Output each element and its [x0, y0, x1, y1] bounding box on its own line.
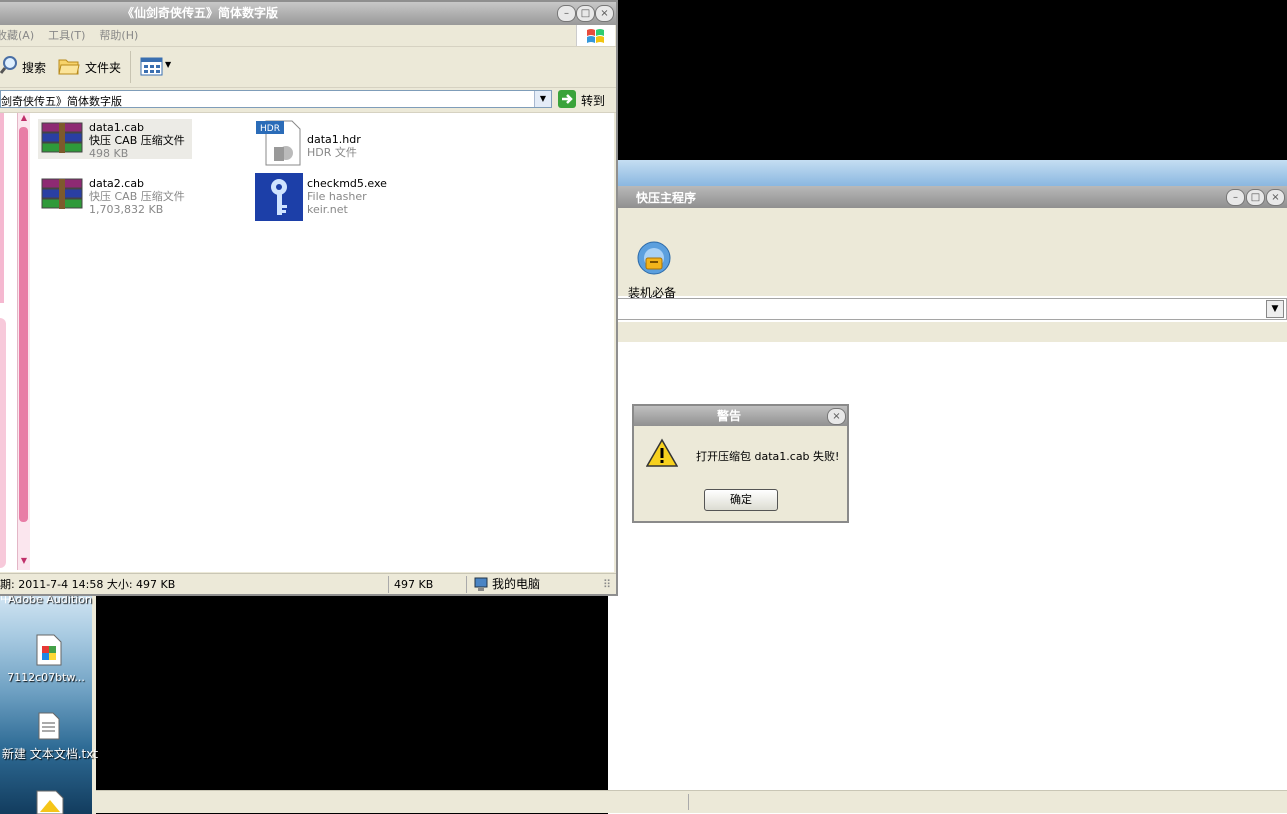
file-size: 498 KB: [89, 147, 129, 160]
explorer-statusbar: 期: 2011-7-4 14:58 大小: 497 KB 497 KB 我的电脑…: [0, 573, 616, 595]
address-text: 剑奇侠传五》简体数字版: [1, 95, 122, 108]
menu-favorites[interactable]: 收藏(A): [0, 29, 34, 42]
status-info: 期: 2011-7-4 14:58 大小: 497 KB: [0, 578, 176, 591]
kuaiya-window-border: [92, 596, 96, 814]
go-button[interactable]: 转到: [558, 90, 612, 108]
disc-lock-icon: [637, 241, 671, 275]
status-divider: [388, 576, 389, 593]
dialog-title: 警告: [716, 409, 741, 423]
explorer-window: 《仙剑奇侠传五》简体数字版 – □ × 收藏(A) 工具(T) 帮助(H) 搜索: [0, 0, 618, 596]
left-pane-decoration: [0, 318, 6, 568]
kuaiya-titlebar[interactable]: 快压主程序 – □ ×: [608, 186, 1287, 208]
search-icon: [0, 56, 17, 74]
menu-bar: 收藏(A) 工具(T) 帮助(H): [0, 25, 616, 47]
search-button[interactable]: 搜索: [0, 55, 50, 79]
kuaiya-toolbar: 装机必备: [608, 230, 1287, 300]
kuaiya-column-header: [608, 322, 1287, 342]
explorer-toolbar: 搜索 文件夹 ▼: [0, 47, 616, 88]
hdr-badge: HDR: [260, 124, 280, 134]
close-icon[interactable]: ×: [1266, 189, 1285, 206]
scroll-up-icon[interactable]: ▲: [18, 113, 30, 125]
maximize-icon[interactable]: □: [576, 5, 595, 22]
file-name: checkmd5.exe: [307, 177, 387, 190]
file-item[interactable]: data1.cab 快压 CAB 压缩文件 498 KB: [38, 119, 192, 160]
file-list: data1.cab 快压 CAB 压缩文件 498 KB HDR data1.h…: [32, 113, 614, 572]
folder-icon: [58, 59, 80, 75]
status-divider: [466, 576, 467, 593]
file-type: 快压 CAB 压缩文件: [89, 134, 185, 147]
views-button[interactable]: ▼: [138, 55, 174, 79]
left-pane: ▲ ▼: [0, 113, 32, 572]
chevron-down-icon[interactable]: ▼: [534, 91, 551, 107]
minimize-icon[interactable]: –: [557, 5, 576, 22]
kuaiya-address-bar[interactable]: ▼: [608, 298, 1287, 320]
maximize-icon[interactable]: □: [1246, 189, 1265, 206]
archive-icon: [41, 178, 83, 209]
explorer-titlebar[interactable]: 《仙剑奇侠传五》简体数字版 – □ ×: [0, 2, 616, 25]
background-window-strip: [608, 160, 1287, 186]
desktop-icon-label[interactable]: 7112c07btw...: [0, 671, 92, 684]
toolbar-button-essentials[interactable]: 装机必备: [628, 238, 678, 300]
folders-label: 文件夹: [85, 61, 122, 75]
archive-icon: [41, 122, 83, 153]
file-company: keir.net: [307, 203, 348, 216]
status-location: 我的电脑: [492, 577, 541, 591]
warning-icon: [646, 438, 678, 467]
file-item[interactable]: checkmd5.exe File hasher keir.net: [254, 173, 424, 221]
desktop: 中 Adobe Audition 7112c07btw... 新建 文本文档.t…: [0, 590, 98, 814]
address-input[interactable]: 剑奇侠传五》简体数字版 ▼: [0, 90, 552, 108]
file-name: data1.cab: [89, 121, 145, 134]
close-icon[interactable]: ×: [827, 408, 846, 425]
left-pane-scrollbar[interactable]: ▲ ▼: [17, 113, 30, 570]
close-icon[interactable]: ×: [595, 5, 614, 22]
desktop-icon-label[interactable]: 新建 文本文档.txt: [0, 748, 100, 761]
file-type: 快压 CAB 压缩文件: [89, 190, 185, 203]
scroll-down-icon[interactable]: ▼: [18, 556, 30, 568]
go-label: 转到: [581, 94, 606, 108]
kuaiya-menubar: [608, 208, 1287, 231]
dialog-titlebar[interactable]: 警告 ×: [634, 406, 847, 426]
resize-grip-icon[interactable]: ⠿: [603, 574, 611, 595]
warning-dialog: 警告 × 打开压缩包 data1.cab 失败! 确定: [632, 404, 849, 523]
installer-icon[interactable]: [36, 790, 64, 814]
computer-icon: [474, 577, 488, 591]
kuaiya-statusbar: [92, 790, 1287, 813]
dialog-message: 打开压缩包 data1.cab 失败!: [696, 450, 840, 463]
windows-logo-icon: [576, 25, 615, 46]
chevron-down-icon[interactable]: ▼: [1266, 300, 1284, 318]
minimize-icon[interactable]: –: [1226, 189, 1245, 206]
explorer-title: 《仙剑奇侠传五》简体数字版: [121, 6, 278, 20]
search-label: 搜索: [22, 61, 47, 75]
file-type: File hasher: [307, 190, 367, 203]
left-pane-decoration: [0, 113, 4, 303]
file-name: data2.cab: [89, 177, 145, 190]
views-icon: [140, 57, 163, 76]
folders-button[interactable]: 文件夹: [58, 55, 126, 79]
address-bar: 剑奇侠传五》简体数字版 ▼ 转到: [0, 88, 616, 113]
file-item[interactable]: HDR data1.hdr HDR 文件: [254, 119, 414, 167]
key-icon: [255, 173, 303, 221]
scrollbar-thumb[interactable]: [19, 127, 28, 522]
ok-button[interactable]: 确定: [704, 489, 778, 511]
toolbar-divider: [130, 51, 131, 83]
status-size: 497 KB: [394, 578, 434, 591]
menu-tools[interactable]: 工具(T): [48, 29, 85, 42]
file-type: HDR 文件: [307, 146, 357, 159]
kuaiya-title: 快压主程序: [636, 191, 697, 205]
file-item[interactable]: data2.cab 快压 CAB 压缩文件 1,703,832 KB: [38, 175, 208, 216]
image-file-icon[interactable]: [36, 634, 62, 666]
file-name: data1.hdr: [307, 133, 361, 146]
chevron-down-icon: ▼: [165, 60, 172, 69]
file-size: 1,703,832 KB: [89, 203, 164, 216]
arrow-right-icon: [558, 90, 576, 108]
menu-help[interactable]: 帮助(H): [99, 29, 138, 42]
text-file-icon[interactable]: [38, 712, 60, 740]
hdr-file-icon: HDR: [256, 120, 301, 166]
status-divider: [688, 794, 689, 810]
